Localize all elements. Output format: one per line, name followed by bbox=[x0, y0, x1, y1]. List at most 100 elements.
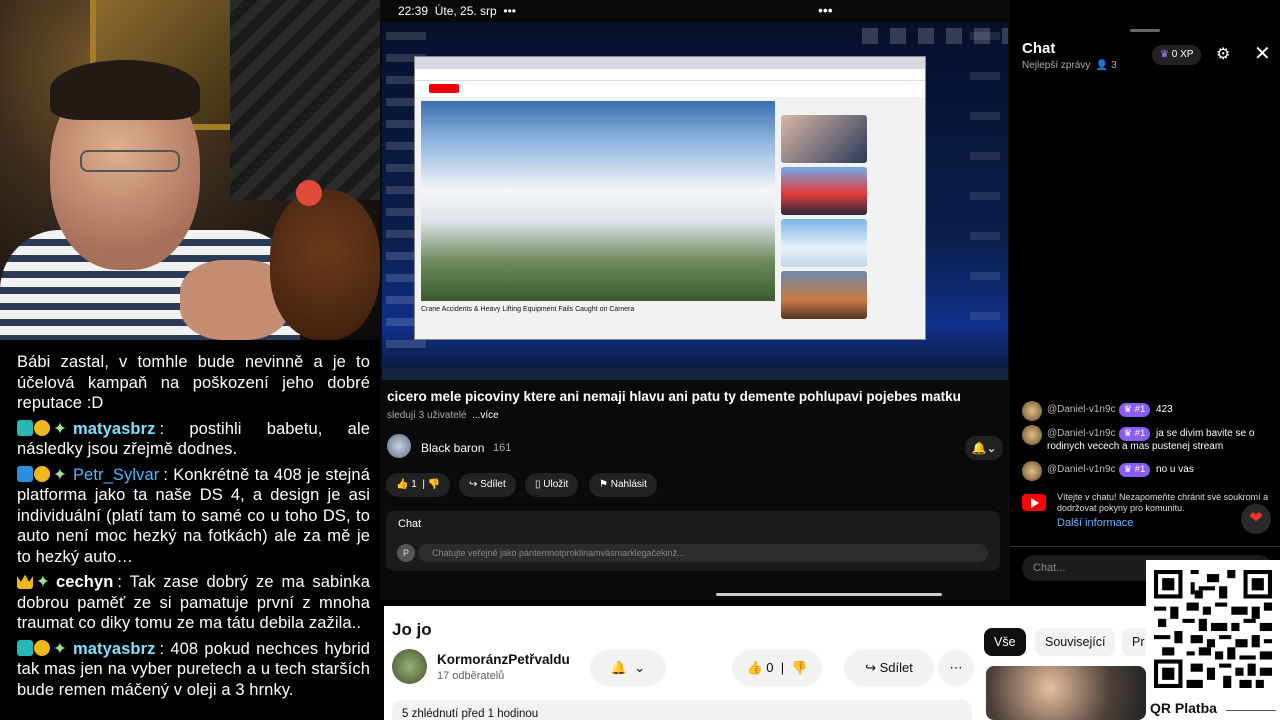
chat-username[interactable]: @Daniel-v1n9c bbox=[1047, 464, 1116, 475]
chat-input[interactable]: Chatujte veřejně jako pántemnotproklinam… bbox=[418, 544, 988, 562]
crown-icon: ♛ bbox=[1160, 49, 1169, 60]
channel-count: 161 bbox=[493, 442, 512, 454]
stream-video-player[interactable]: Crane Accidents & Heavy Lifting Equipmen… bbox=[382, 22, 1008, 380]
user-avatar[interactable] bbox=[1022, 461, 1042, 481]
like-dislike-button[interactable]: 👍 1 | 👎 bbox=[386, 473, 450, 497]
recommended-thumbnail bbox=[781, 167, 867, 215]
moderator-badge-icon bbox=[17, 639, 33, 656]
sparkle-icon: ✦ bbox=[53, 639, 67, 658]
desktop-icons-top bbox=[862, 28, 1008, 44]
related-thumbnail[interactable] bbox=[986, 666, 1146, 720]
mobile-screen: 22:39 Úte, 25. srp ••• ••• Crane Acciden… bbox=[380, 0, 1010, 600]
chat-overlay-message: ✦ cechyn: Tak zase dobrý ze ma sabinka do… bbox=[17, 573, 370, 632]
recommended-thumbnail bbox=[781, 219, 867, 267]
chat-title: Chat bbox=[1022, 40, 1056, 57]
chat-username[interactable]: @Daniel-v1n9c bbox=[1047, 428, 1116, 439]
sparkle-icon: ✦ bbox=[53, 465, 67, 484]
channel-avatar[interactable] bbox=[387, 434, 411, 458]
chat-subtitle[interactable]: Nejlepší zprávy 👤 3 bbox=[1022, 60, 1117, 71]
youtube-header bbox=[415, 81, 925, 97]
bell-icon: 🔔 bbox=[610, 660, 628, 675]
divider bbox=[1010, 546, 1280, 547]
coin-badge-icon bbox=[34, 419, 50, 436]
chat-username: cechyn bbox=[55, 573, 114, 591]
status-time: 22:39 Úte, 25. srp ••• bbox=[398, 4, 517, 18]
divider bbox=[1226, 710, 1276, 711]
chat-username[interactable]: @Daniel-v1n9c bbox=[1047, 404, 1116, 415]
recommended-list bbox=[781, 115, 921, 323]
more-link[interactable]: ...více bbox=[472, 410, 499, 421]
chat-overlay-message: ✦ Petr_Sylvar: Konkrétně ta 408 je stejná… bbox=[17, 465, 370, 566]
moderator-badge-icon bbox=[17, 419, 33, 436]
more-options-button[interactable]: ⋯ bbox=[938, 650, 974, 686]
qr-code-icon bbox=[1154, 570, 1272, 688]
browser-tabs bbox=[415, 57, 925, 69]
message-text: 423 bbox=[1156, 404, 1173, 415]
watching-count: sledují 3 uživatelé ...více bbox=[387, 410, 499, 421]
sparkle-icon: ✦ bbox=[36, 573, 50, 591]
qr-label: QR Platba bbox=[1150, 700, 1217, 716]
message-text: Konkrétně ta 408 je stejná platforma jak… bbox=[17, 465, 370, 566]
like-dislike-button[interactable]: 👍 0 | 👎 bbox=[732, 650, 822, 686]
browser-window: Crane Accidents & Heavy Lifting Equipmen… bbox=[414, 56, 926, 340]
stream-title: cicero mele picoviny ktere ani nemaji hl… bbox=[387, 389, 961, 404]
welcome-text: Vítejte v chatu! Nezapomeňte chránit své… bbox=[1057, 492, 1269, 513]
user-avatar: P bbox=[397, 544, 415, 562]
video-title: Jo jo bbox=[392, 620, 432, 639]
more-vertical-icon: ⋯ bbox=[949, 660, 963, 675]
channel-avatar[interactable] bbox=[392, 649, 427, 684]
chat-overlay: Bábi zastal, v tomhle bude nevinně a je … bbox=[0, 340, 380, 720]
video-description[interactable]: 5 zhlédnutí před 1 hodinou bbox=[392, 700, 972, 720]
youtube-logo bbox=[429, 84, 459, 93]
chip-all[interactable]: Vše bbox=[984, 628, 1026, 656]
more-info-link[interactable]: Další informace bbox=[1057, 518, 1271, 529]
crown-badge-icon bbox=[17, 574, 33, 589]
flag-icon: ⚑ bbox=[599, 479, 608, 490]
recommended-thumbnail bbox=[781, 271, 867, 319]
report-button[interactable]: ⚑ Nahlásit bbox=[589, 473, 657, 497]
chat-overlay-message: ✦ matyasbrz: postihli babetu, ale následk… bbox=[17, 419, 370, 458]
inner-video-title: Crane Accidents & Heavy Lifting Equipmen… bbox=[421, 306, 635, 313]
acoustic-foam bbox=[230, 0, 380, 200]
message-text: 408 pokud nechces hybrid tak mas jen na … bbox=[17, 639, 370, 699]
share-icon: ↪ bbox=[469, 479, 478, 490]
browser-url-bar bbox=[415, 69, 925, 81]
user-avatar[interactable] bbox=[1022, 425, 1042, 445]
subscriber-count: 17 odběratelů bbox=[437, 670, 505, 682]
share-button[interactable]: ↪ Sdílet bbox=[459, 473, 516, 497]
chat-username: matyasbrz bbox=[72, 639, 156, 658]
message-text: Bábi zastal, v tomhle bude nevinně a je … bbox=[17, 353, 370, 412]
arrow-badge-icon bbox=[17, 465, 33, 482]
channel-name[interactable]: KormoránzPetřvaldu bbox=[437, 652, 570, 667]
channel-row: Black baron 161 🔔⌄ bbox=[387, 434, 1003, 462]
close-icon[interactable]: ✕ bbox=[1254, 41, 1271, 66]
teddy-bear bbox=[270, 190, 380, 340]
settings-sliders-icon[interactable]: ⚙ bbox=[1216, 44, 1230, 64]
heart-reaction-button[interactable]: ❤ bbox=[1241, 504, 1271, 534]
chat-label: Chat bbox=[398, 518, 422, 530]
desktop-icons-right bbox=[970, 32, 1000, 352]
notification-bell-button[interactable]: 🔔⌄ bbox=[965, 436, 1003, 460]
channel-name[interactable]: Black baron bbox=[421, 441, 484, 455]
recommended-thumbnail bbox=[781, 115, 867, 163]
drag-handle[interactable] bbox=[1130, 29, 1160, 32]
home-indicator[interactable] bbox=[716, 593, 942, 596]
screen: Bábi zastal, v tomhle bude nevinně a je … bbox=[0, 0, 1280, 720]
rank-badge: ♛ #1 bbox=[1118, 463, 1151, 477]
xp-badge[interactable]: ♛ 0 XP bbox=[1152, 45, 1202, 65]
status-bar: 22:39 Úte, 25. srp ••• ••• bbox=[380, 0, 1010, 22]
user-avatar[interactable] bbox=[1022, 401, 1042, 421]
share-button[interactable]: ↪ Sdílet bbox=[844, 650, 934, 686]
multiwindow-dots[interactable]: ••• bbox=[818, 2, 833, 18]
qr-payment: QR Platba bbox=[1146, 560, 1280, 720]
sparkle-icon: ✦ bbox=[53, 419, 67, 438]
thumbs-up-icon: 👍 bbox=[396, 479, 409, 490]
notification-bell-button[interactable]: 🔔 ⌄ bbox=[590, 650, 666, 686]
chat-username: Petr_Sylvar bbox=[72, 465, 160, 484]
save-button[interactable]: ▯ Uložit bbox=[525, 473, 579, 497]
glasses bbox=[80, 150, 180, 172]
chip-related[interactable]: Související bbox=[1035, 628, 1116, 656]
message-text: no u vas bbox=[1156, 464, 1194, 475]
youtube-icon bbox=[1022, 494, 1046, 511]
rank-badge: ♛ #1 bbox=[1118, 403, 1151, 417]
